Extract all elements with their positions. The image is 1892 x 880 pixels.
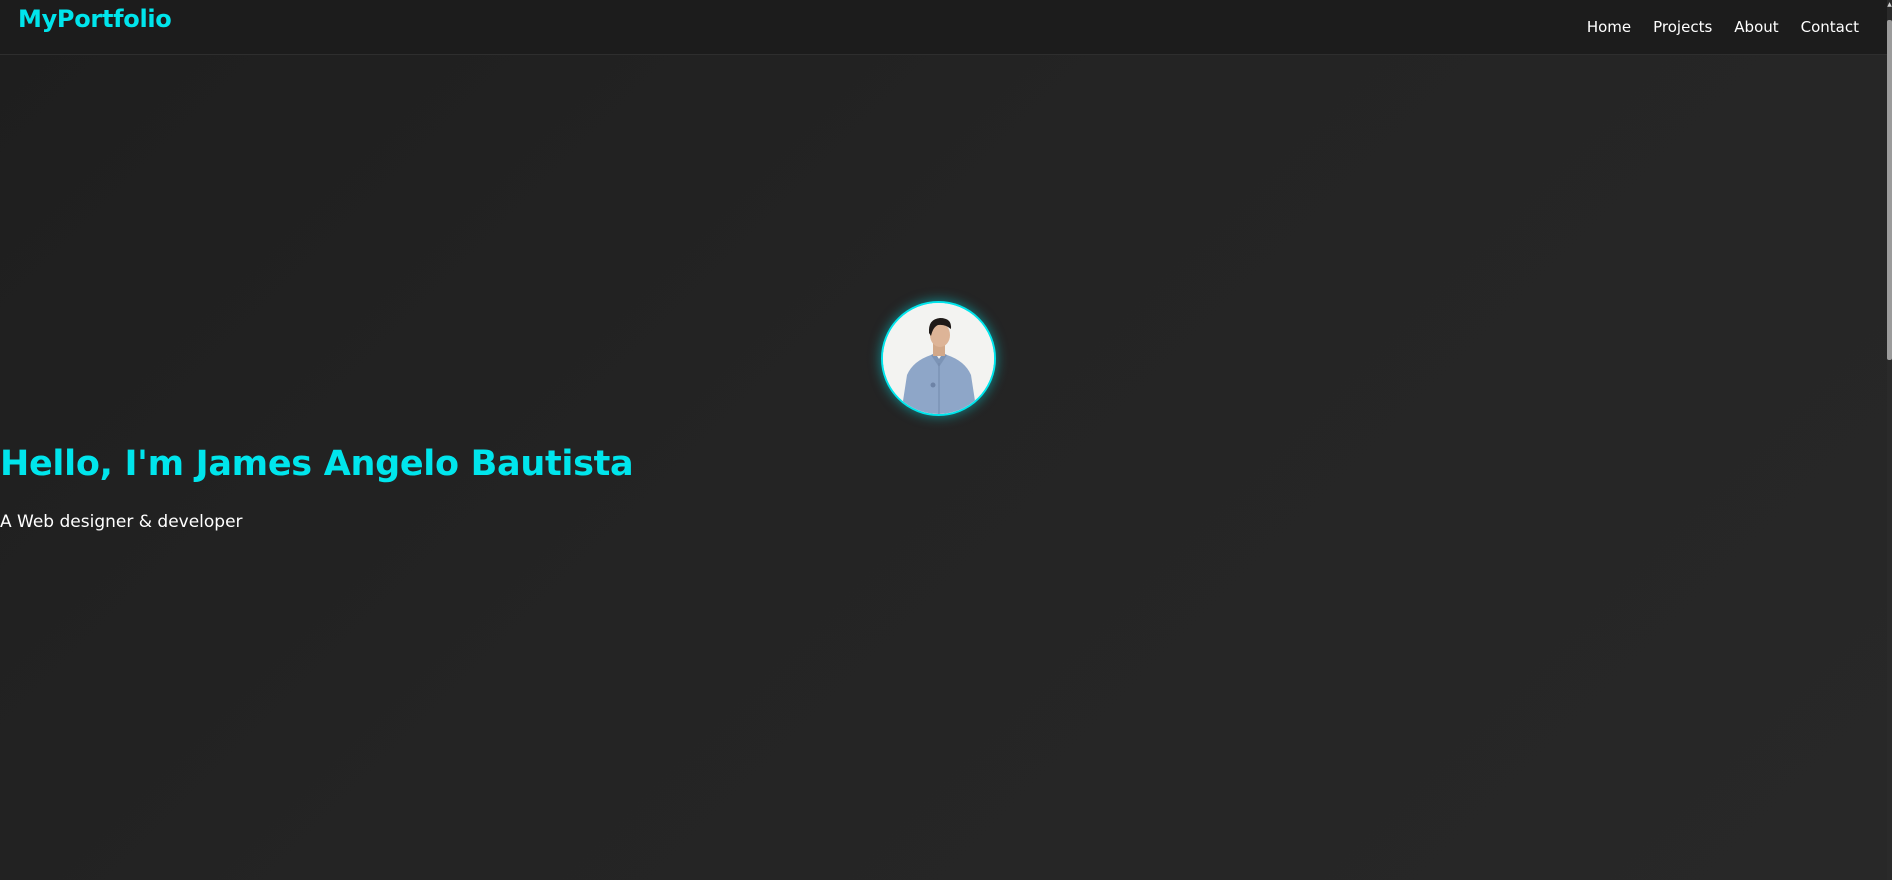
page-scrollbar[interactable]: ▲ [1887,0,1892,880]
navbar: MyPortfolio Home Projects About Contact [0,0,1887,55]
scroll-up-arrow-icon[interactable]: ▲ [1887,0,1892,10]
hero-subtitle: A Web designer & developer [0,512,243,532]
hero-title: Hello, I'm James Angelo Bautista [0,444,634,484]
profile-avatar [881,301,996,416]
nav-link-home[interactable]: Home [1587,18,1631,36]
nav-link-about[interactable]: About [1734,18,1778,36]
nav-link-contact[interactable]: Contact [1801,18,1859,36]
scroll-thumb[interactable] [1887,20,1892,360]
nav-link-projects[interactable]: Projects [1653,18,1712,36]
logo-link[interactable]: MyPortfolio [18,5,172,33]
profile-photo-illustration [883,303,994,414]
nav-menu: Home Projects About Contact [1587,18,1859,36]
